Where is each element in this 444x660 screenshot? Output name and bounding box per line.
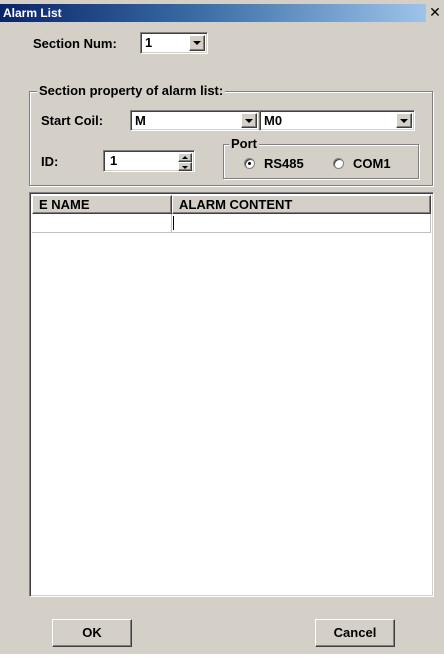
id-spin-up-button[interactable] xyxy=(178,153,192,162)
screen-edge xyxy=(0,654,444,660)
radio-selected-dot xyxy=(248,162,251,165)
ok-button[interactable]: OK xyxy=(52,619,132,647)
chevron-down-icon xyxy=(245,118,253,123)
alarm-list-dialog: Alarm List ✕ Section Num: 1 Section prop… xyxy=(0,0,444,660)
cancel-button[interactable]: Cancel xyxy=(315,619,395,647)
column-header-e-name[interactable]: E NAME xyxy=(32,195,172,214)
section-property-title: Section property of alarm list: xyxy=(37,83,226,98)
id-value: 1 xyxy=(110,153,118,168)
section-num-select[interactable]: 1 xyxy=(140,32,208,54)
window-title: Alarm List xyxy=(3,6,62,20)
id-spinbox[interactable]: 1 xyxy=(103,150,195,172)
close-icon: ✕ xyxy=(429,4,441,20)
close-button[interactable]: ✕ xyxy=(426,4,444,22)
start-coil-address-value: M0 xyxy=(264,113,283,128)
chevron-down-icon xyxy=(400,118,408,123)
start-coil-type-select[interactable]: M xyxy=(130,110,260,131)
spin-down-icon xyxy=(182,165,188,169)
column-header-label: ALARM CONTENT xyxy=(179,197,293,212)
start-coil-label: Start Coil: xyxy=(41,113,104,128)
table-cell-e-name[interactable] xyxy=(32,214,172,233)
table-cell-alarm-content[interactable] xyxy=(172,214,431,233)
title-bar[interactable]: Alarm List ✕ xyxy=(0,4,444,22)
spin-up-icon xyxy=(182,155,188,159)
text-caret xyxy=(173,216,174,230)
column-header-label: E NAME xyxy=(39,197,90,212)
start-coil-type-dropdown-button[interactable] xyxy=(241,113,257,128)
start-coil-address-dropdown-button[interactable] xyxy=(396,113,412,128)
id-label: ID: xyxy=(41,154,59,169)
id-spin-down-button[interactable] xyxy=(178,162,192,171)
section-num-value: 1 xyxy=(145,35,153,50)
rs485-radio[interactable] xyxy=(244,158,255,169)
section-num-label: Section Num: xyxy=(33,36,117,51)
port-title: Port xyxy=(229,136,259,151)
chevron-down-icon xyxy=(193,41,201,45)
section-num-dropdown-button[interactable] xyxy=(189,35,205,51)
start-coil-address-select[interactable]: M0 xyxy=(259,110,415,131)
rs485-label[interactable]: RS485 xyxy=(264,156,304,171)
alarm-table[interactable]: E NAME ALARM CONTENT xyxy=(29,192,434,597)
column-header-alarm-content[interactable]: ALARM CONTENT xyxy=(172,195,431,214)
com1-label[interactable]: COM1 xyxy=(353,156,391,171)
start-coil-type-value: M xyxy=(135,113,146,128)
com1-radio[interactable] xyxy=(333,158,344,169)
